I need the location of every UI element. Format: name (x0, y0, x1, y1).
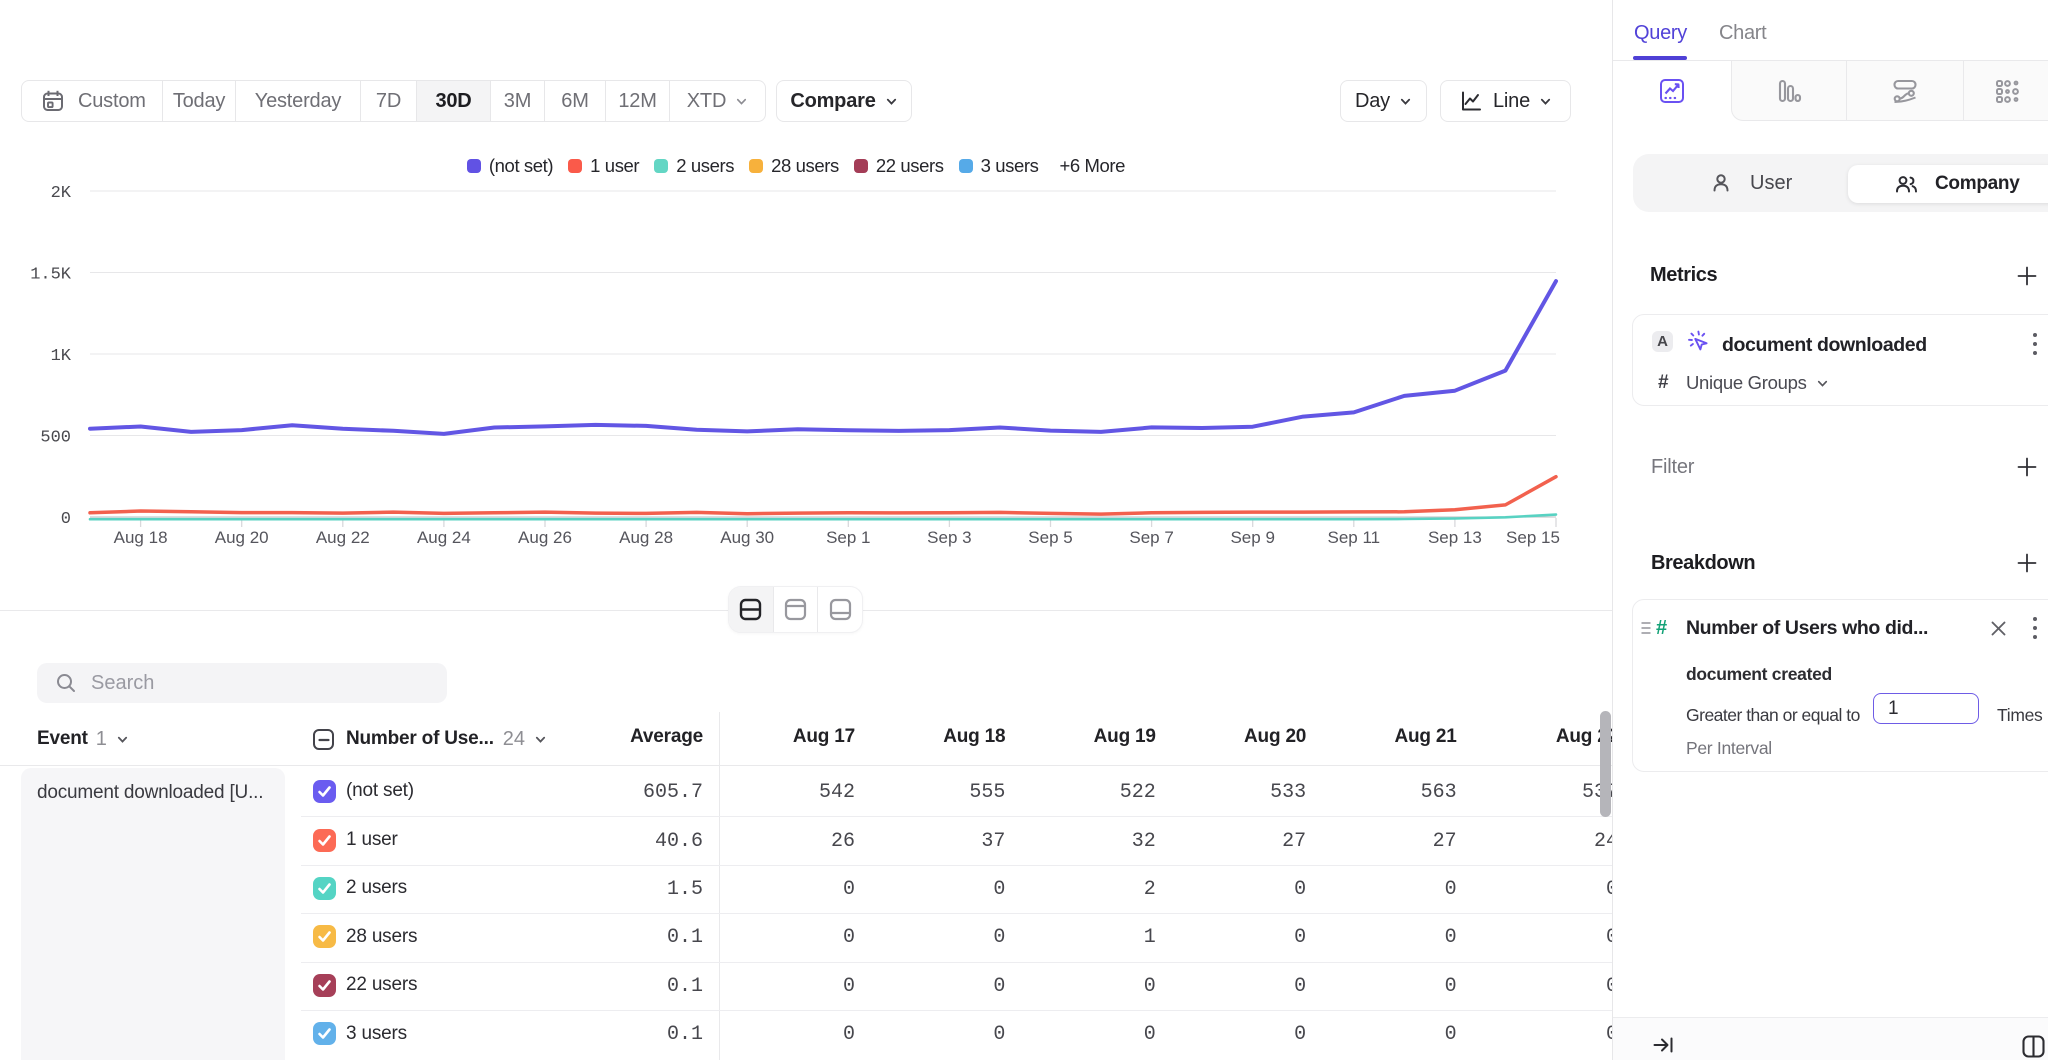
svg-text:Sep 11: Sep 11 (1327, 528, 1380, 547)
svg-text:Aug 22: Aug 22 (316, 528, 370, 547)
svg-text:Aug 18: Aug 18 (114, 528, 168, 547)
svg-text:500: 500 (40, 429, 71, 448)
svg-text:Sep 15: Sep 15 (1506, 528, 1560, 547)
svg-text:Aug 24: Aug 24 (417, 528, 471, 547)
svg-text:Aug 28: Aug 28 (619, 528, 673, 547)
svg-text:0: 0 (61, 510, 71, 529)
svg-text:1.5K: 1.5K (30, 266, 72, 285)
svg-text:Sep 9: Sep 9 (1230, 528, 1274, 547)
svg-text:1K: 1K (51, 347, 72, 366)
svg-text:Aug 26: Aug 26 (518, 528, 572, 547)
svg-text:Sep 1: Sep 1 (826, 528, 870, 547)
svg-text:Sep 13: Sep 13 (1428, 528, 1482, 547)
svg-text:Aug 20: Aug 20 (215, 528, 269, 547)
svg-text:2K: 2K (51, 184, 72, 203)
svg-text:Sep 7: Sep 7 (1129, 528, 1173, 547)
svg-text:Sep 5: Sep 5 (1028, 528, 1072, 547)
svg-text:Sep 3: Sep 3 (927, 528, 971, 547)
svg-text:Aug 30: Aug 30 (720, 528, 774, 547)
